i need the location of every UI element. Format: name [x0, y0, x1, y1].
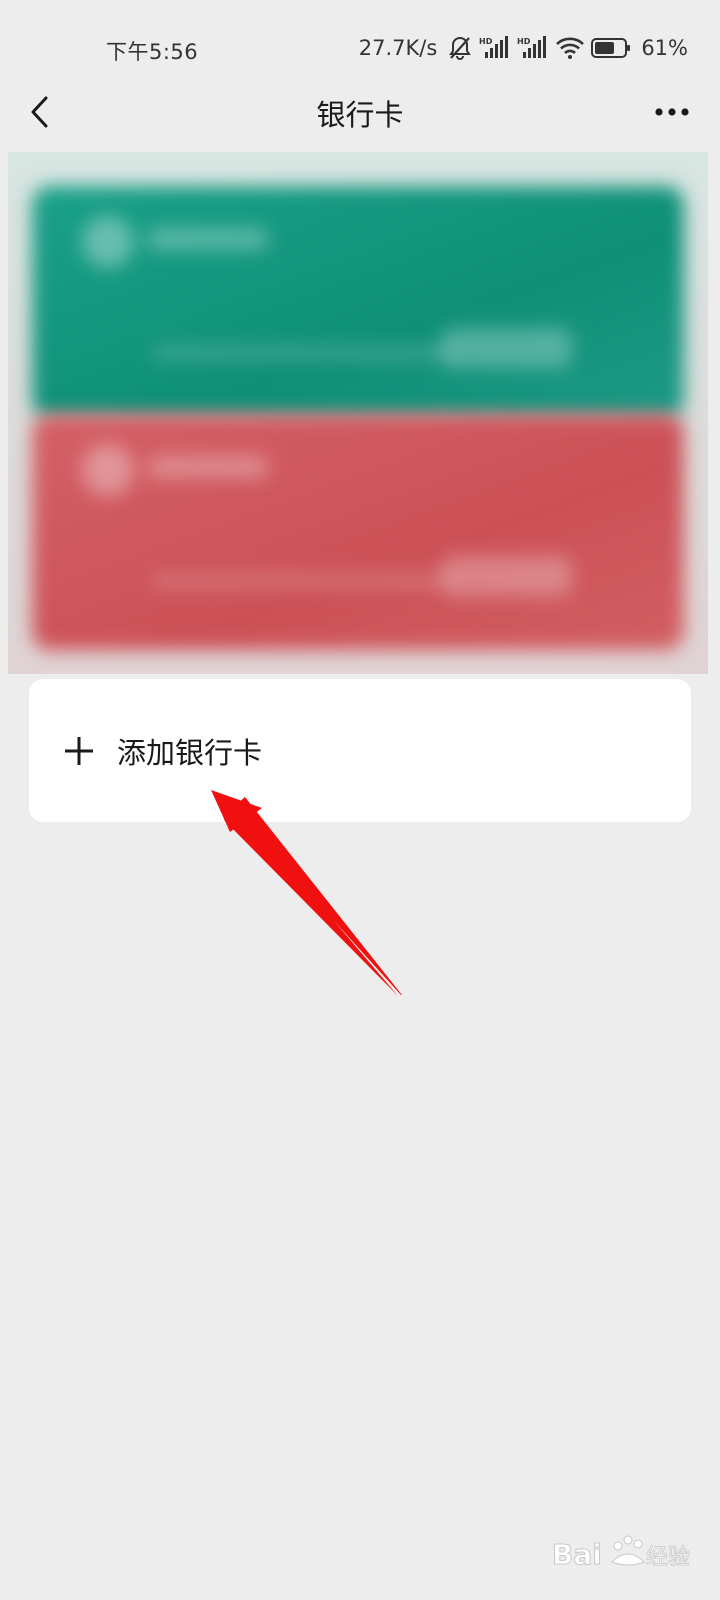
bank-card-list [8, 152, 708, 674]
page-title: 银行卡 [316, 98, 404, 132]
add-bank-card-label: 添加银行卡 [117, 735, 263, 770]
svg-text:经验: 经验 [646, 1545, 690, 1570]
svg-text:HD: HD [517, 37, 531, 46]
battery-icon [591, 37, 631, 59]
plus-icon [65, 736, 93, 765]
card-number-blurred [152, 574, 452, 588]
svg-text:HD: HD [479, 37, 493, 46]
more-options-button[interactable] [648, 94, 696, 130]
add-bank-card-button[interactable]: 添加银行卡 [29, 679, 691, 822]
bank-logo [82, 216, 134, 268]
card-type-blurred [442, 556, 572, 596]
bank-name-blurred [148, 228, 268, 250]
battery-percentage: 61% [641, 36, 688, 60]
network-speed: 27.7K/s [358, 36, 438, 60]
bank-card-red[interactable] [32, 414, 684, 650]
hd-signal-icon: HD [517, 35, 549, 61]
baidu-jingyan-watermark: Bai 经验 [552, 1530, 692, 1574]
baidu-logo-icon: Bai 经验 [552, 1535, 690, 1572]
card-type-blurred [442, 328, 572, 368]
bank-card-green[interactable] [32, 186, 684, 418]
svg-text:Bai: Bai [552, 1538, 602, 1571]
ellipsis-icon [655, 108, 689, 116]
hd-signal-icon: HD [479, 35, 511, 61]
mute-bell-icon [447, 35, 473, 61]
wifi-icon [555, 36, 585, 60]
navigation-bar: 银行卡 [0, 72, 720, 152]
bank-name-blurred [148, 456, 268, 478]
card-number-blurred [152, 346, 452, 360]
bank-logo [82, 444, 134, 496]
status-indicators: 27.7K/s HD HD 61% [359, 34, 688, 62]
status-time: 下午5:56 [106, 40, 199, 64]
